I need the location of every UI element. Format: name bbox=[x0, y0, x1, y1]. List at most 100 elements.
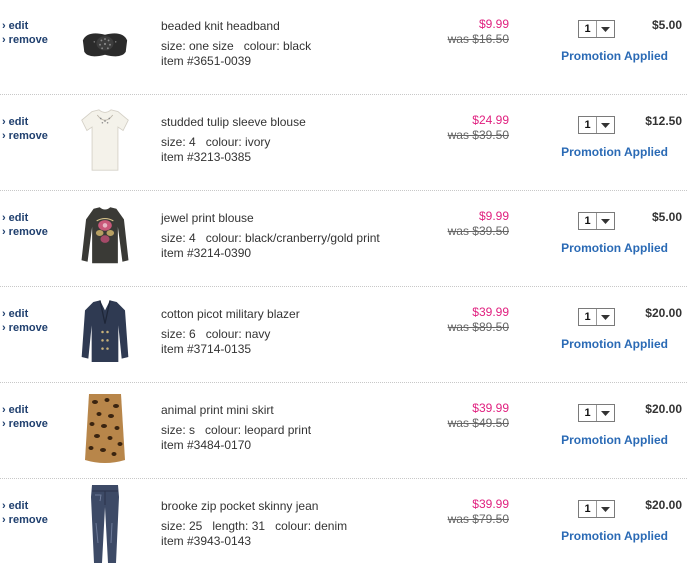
item-number: item #3651-0039 bbox=[161, 54, 252, 68]
quantity-select[interactable]: 1 bbox=[578, 404, 615, 422]
price-block: $9.99 was $16.50 bbox=[448, 17, 509, 47]
item-attributes: size: 4 colour: ivory bbox=[161, 135, 306, 150]
item-colour: colour: black bbox=[243, 39, 312, 53]
product-image[interactable] bbox=[80, 198, 130, 274]
quantity-value: 1 bbox=[579, 309, 597, 325]
item-length: length: 31 bbox=[212, 519, 266, 533]
cart-item-row: › edit › remove animal print mini skirt si… bbox=[0, 384, 691, 480]
item-size: size: 6 bbox=[161, 327, 196, 341]
dropdown-arrow-icon bbox=[597, 21, 614, 37]
quantity-select[interactable]: 1 bbox=[578, 500, 615, 518]
edit-label: edit bbox=[8, 404, 29, 416]
remove-link[interactable]: › remove bbox=[2, 225, 48, 239]
item-number: item #3714-0135 bbox=[161, 342, 252, 356]
edit-label: edit bbox=[8, 20, 29, 32]
item-actions: › edit › remove bbox=[2, 499, 48, 527]
remove-link[interactable]: › remove bbox=[2, 33, 48, 47]
item-description: brooke zip pocket skinny jean size: 25 le… bbox=[161, 499, 347, 549]
product-image[interactable] bbox=[80, 6, 130, 82]
remove-label: remove bbox=[8, 130, 48, 142]
product-image[interactable] bbox=[80, 485, 130, 563]
quantity-select[interactable]: 1 bbox=[578, 20, 615, 38]
item-number: item #3214-0390 bbox=[161, 246, 252, 260]
line-total: $20.00 bbox=[645, 402, 682, 416]
item-size: size: 25 bbox=[161, 519, 203, 533]
product-name[interactable]: animal print mini skirt bbox=[161, 403, 311, 418]
product-image[interactable] bbox=[80, 102, 130, 178]
chevron-right-icon: › bbox=[2, 34, 6, 46]
remove-label: remove bbox=[8, 514, 48, 526]
item-colour: colour: navy bbox=[205, 327, 271, 341]
quantity-value: 1 bbox=[579, 21, 597, 37]
promotion-applied-link[interactable]: Promotion Applied bbox=[561, 529, 668, 543]
edit-label: edit bbox=[8, 116, 29, 128]
promotion-applied-link[interactable]: Promotion Applied bbox=[561, 49, 668, 63]
cart-item-row: › edit › remove beaded knit headband size:… bbox=[0, 0, 691, 96]
product-name[interactable]: jewel print blouse bbox=[161, 211, 380, 226]
chevron-right-icon: › bbox=[2, 308, 6, 320]
promotion-applied-link[interactable]: Promotion Applied bbox=[561, 337, 668, 351]
edit-link[interactable]: › edit bbox=[2, 115, 48, 129]
sale-price: $39.99 bbox=[472, 497, 509, 511]
remove-link[interactable]: › remove bbox=[2, 129, 48, 143]
item-description: jewel print blouse size: 4 colour: black/… bbox=[161, 211, 380, 261]
item-colour: colour: leopard print bbox=[205, 423, 312, 437]
chevron-right-icon: › bbox=[2, 20, 6, 32]
row-divider bbox=[0, 190, 687, 191]
item-description: animal print mini skirt size: s colour: l… bbox=[161, 403, 311, 453]
remove-link[interactable]: › remove bbox=[2, 417, 48, 431]
product-image[interactable] bbox=[80, 294, 130, 370]
product-name[interactable]: beaded knit headband bbox=[161, 19, 311, 34]
chevron-right-icon: › bbox=[2, 322, 6, 334]
quantity-select[interactable]: 1 bbox=[578, 212, 615, 230]
line-total: $20.00 bbox=[645, 306, 682, 320]
edit-label: edit bbox=[8, 308, 29, 320]
edit-link[interactable]: › edit bbox=[2, 307, 48, 321]
price-block: $39.99 was $79.50 bbox=[448, 497, 509, 527]
promotion-applied-link[interactable]: Promotion Applied bbox=[561, 145, 668, 159]
row-divider bbox=[0, 286, 687, 287]
item-actions: › edit › remove bbox=[2, 403, 48, 431]
product-image[interactable] bbox=[80, 390, 130, 466]
price-block: $39.99 was $49.50 bbox=[448, 401, 509, 431]
item-attributes: size: 4 colour: black/cranberry/gold prin… bbox=[161, 231, 380, 246]
item-actions: › edit › remove bbox=[2, 307, 48, 335]
promotion-applied-link[interactable]: Promotion Applied bbox=[561, 433, 668, 447]
line-total: $5.00 bbox=[651, 18, 682, 32]
sale-price: $39.99 bbox=[472, 401, 509, 415]
dropdown-arrow-icon bbox=[597, 213, 614, 229]
line-total: $5.00 bbox=[651, 210, 682, 224]
item-number: item #3213-0385 bbox=[161, 150, 252, 164]
chevron-right-icon: › bbox=[2, 212, 6, 224]
remove-label: remove bbox=[8, 34, 48, 46]
product-name[interactable]: brooke zip pocket skinny jean bbox=[161, 499, 347, 514]
item-attributes: size: 25 length: 31 colour: denim bbox=[161, 519, 347, 534]
original-price: was $89.50 bbox=[447, 320, 509, 334]
print-blouse-icon bbox=[81, 207, 129, 264]
edit-link[interactable]: › edit bbox=[2, 403, 48, 417]
chevron-right-icon: › bbox=[2, 404, 6, 416]
quantity-select[interactable]: 1 bbox=[578, 308, 615, 326]
quantity-value: 1 bbox=[579, 213, 597, 229]
remove-link[interactable]: › remove bbox=[2, 513, 48, 527]
jeans-icon bbox=[91, 485, 119, 563]
cart-item-row: › edit › remove cotton picot military blaz… bbox=[0, 288, 691, 384]
edit-link[interactable]: › edit bbox=[2, 211, 48, 225]
item-colour: colour: denim bbox=[275, 519, 348, 533]
chevron-right-icon: › bbox=[2, 418, 6, 430]
item-size: size: 4 bbox=[161, 135, 196, 149]
remove-link[interactable]: › remove bbox=[2, 321, 48, 335]
product-name[interactable]: cotton picot military blazer bbox=[161, 307, 300, 322]
dropdown-arrow-icon bbox=[597, 501, 614, 517]
quantity-select[interactable]: 1 bbox=[578, 116, 615, 134]
original-price: was $49.50 bbox=[447, 416, 509, 430]
edit-link[interactable]: › edit bbox=[2, 19, 48, 33]
item-number: item #3484-0170 bbox=[161, 438, 252, 452]
price-block: $9.99 was $39.50 bbox=[448, 209, 509, 239]
promotion-applied-link[interactable]: Promotion Applied bbox=[561, 241, 668, 255]
product-name[interactable]: studded tulip sleeve blouse bbox=[161, 115, 306, 130]
remove-label: remove bbox=[8, 322, 48, 334]
item-actions: › edit › remove bbox=[2, 211, 48, 239]
edit-link[interactable]: › edit bbox=[2, 499, 48, 513]
item-size: size: one size bbox=[161, 39, 234, 53]
